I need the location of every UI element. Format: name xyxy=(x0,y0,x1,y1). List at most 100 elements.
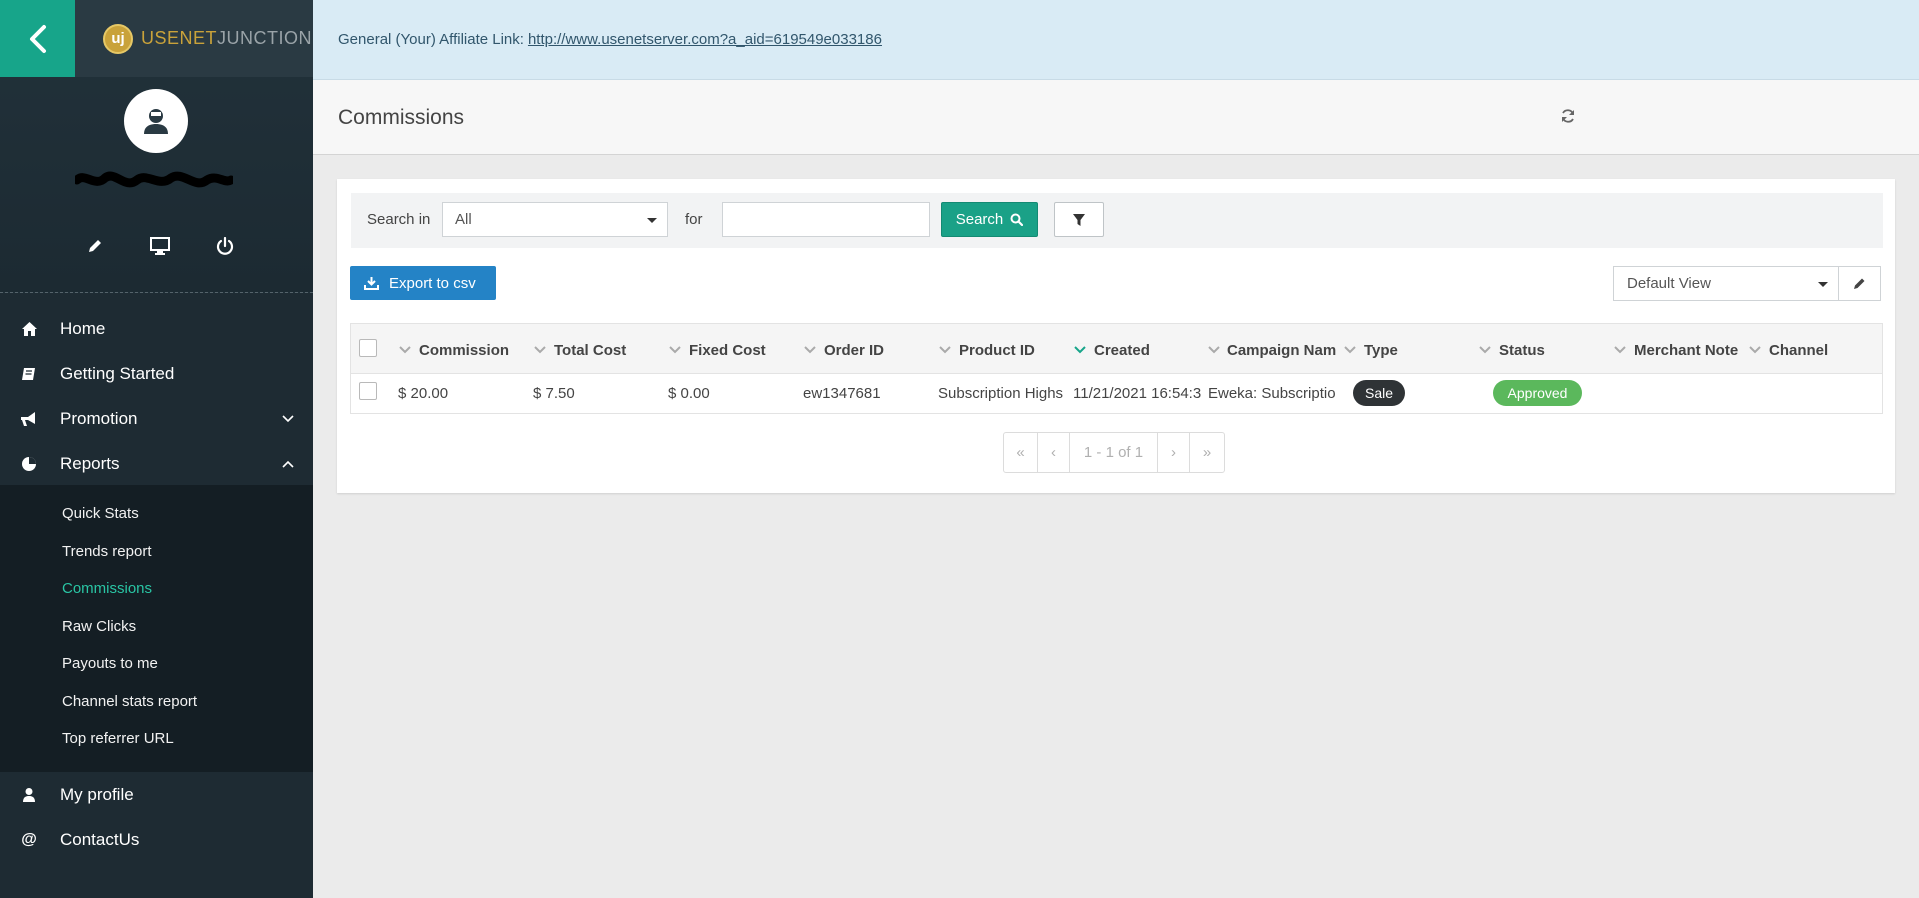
chevron-down-icon xyxy=(1478,343,1492,357)
status-badge: Approved xyxy=(1493,380,1582,406)
search-field-select[interactable]: All xyxy=(442,202,668,237)
view-selected: Default View xyxy=(1627,275,1711,292)
cell-order-id: ew1347681 xyxy=(803,385,881,402)
export-csv-label: Export to csv xyxy=(389,274,476,292)
filter-button[interactable] xyxy=(1054,202,1104,237)
first-page-button[interactable]: « xyxy=(1004,433,1038,472)
nav-contact-us[interactable]: @ ContactUs xyxy=(0,817,313,862)
column-label: Status xyxy=(1499,341,1545,359)
pie-chart-icon xyxy=(20,455,38,473)
sidebar-header: uj USENETJUNCTION xyxy=(0,0,313,293)
nav-label: ContactUs xyxy=(60,829,140,849)
select-all-checkbox[interactable] xyxy=(359,339,377,357)
brand-logo[interactable]: uj USENETJUNCTION xyxy=(75,0,313,77)
download-icon xyxy=(364,277,379,290)
next-page-button[interactable]: › xyxy=(1158,433,1190,472)
back-button[interactable] xyxy=(0,0,75,77)
pencil-icon xyxy=(89,240,101,252)
refresh-button[interactable] xyxy=(1557,105,1579,127)
column-label: Product ID xyxy=(959,341,1035,359)
column-total-cost[interactable]: Total Cost xyxy=(533,340,663,360)
at-icon: @ xyxy=(21,830,37,848)
column-merchant-note[interactable]: Merchant Note xyxy=(1613,340,1747,360)
column-label: Type xyxy=(1364,341,1398,359)
type-badge: Sale xyxy=(1353,380,1405,406)
home-icon xyxy=(20,320,38,338)
cell-created: 11/21/2021 16:54:3 xyxy=(1073,385,1202,402)
chevron-down-icon xyxy=(1748,343,1762,357)
column-type[interactable]: Type xyxy=(1343,340,1473,360)
column-label: Channel xyxy=(1769,341,1829,359)
chevron-down-icon xyxy=(1073,343,1087,357)
column-status[interactable]: Status xyxy=(1478,340,1608,360)
avatar[interactable] xyxy=(124,89,188,153)
column-order-id[interactable]: Order ID xyxy=(803,340,933,360)
caret-down-icon xyxy=(647,218,657,223)
column-campaign-name[interactable]: Campaign Nam xyxy=(1208,340,1336,360)
caret-down-icon xyxy=(1818,282,1828,287)
user-icon xyxy=(20,786,38,804)
column-channel[interactable]: Channel xyxy=(1748,340,1878,360)
user-name-redacted xyxy=(75,171,233,188)
edit-view-button[interactable] xyxy=(1838,266,1881,301)
search-icon xyxy=(1010,213,1024,226)
logout-button[interactable] xyxy=(210,233,240,259)
column-product-id[interactable]: Product ID xyxy=(938,340,1068,360)
nav-promotion[interactable]: Promotion xyxy=(0,396,313,441)
nav-reports[interactable]: Reports xyxy=(0,441,313,486)
submenu-trends-report[interactable]: Trends report xyxy=(62,543,151,560)
nav-my-profile[interactable]: My profile xyxy=(0,772,313,817)
nav-label: My profile xyxy=(60,784,134,804)
logo-badge: uj xyxy=(103,23,133,54)
book-icon xyxy=(20,365,38,383)
page-header: Commissions xyxy=(313,80,1919,155)
search-bar: Search in All for Search xyxy=(351,193,1883,248)
column-label: Order ID xyxy=(824,341,885,359)
cell-commission: $ 20.00 xyxy=(398,385,449,402)
cell-fixed-cost: $ 0.00 xyxy=(668,385,710,402)
column-commission[interactable]: Commission xyxy=(398,340,528,360)
search-input[interactable] xyxy=(722,202,930,237)
filter-icon xyxy=(1073,213,1085,226)
affiliate-link[interactable]: http://www.usenetserver.com?a_aid=619549… xyxy=(528,31,882,48)
submenu-commissions[interactable]: Commissions xyxy=(62,580,152,597)
cell-campaign: Eweka: Subscriptio xyxy=(1208,385,1336,402)
submenu-payouts[interactable]: Payouts to me xyxy=(62,655,158,672)
search-field-selected: All xyxy=(455,211,472,228)
monitor-button[interactable] xyxy=(145,233,175,259)
commissions-table: Commission Total Cost Fixed Cost Order I… xyxy=(350,323,1883,414)
last-page-button[interactable]: » xyxy=(1190,433,1224,472)
search-button[interactable]: Search xyxy=(941,202,1038,237)
column-fixed-cost[interactable]: Fixed Cost xyxy=(668,340,798,360)
column-label: Total Cost xyxy=(554,341,627,359)
column-label: Fixed Cost xyxy=(689,341,766,359)
view-select[interactable]: Default View xyxy=(1613,266,1839,301)
nav-label: Promotion xyxy=(60,408,138,428)
nav-label: Reports xyxy=(60,453,120,473)
row-checkbox[interactable] xyxy=(359,382,377,400)
chevron-down-icon xyxy=(668,343,682,357)
nav-home[interactable]: Home xyxy=(0,306,313,351)
brand-name: USENETJUNCTION xyxy=(141,28,312,49)
table-header: Commission Total Cost Fixed Cost Order I… xyxy=(351,324,1882,374)
submenu-channel-stats[interactable]: Channel stats report xyxy=(62,693,197,710)
prev-page-button[interactable]: ‹ xyxy=(1038,433,1070,472)
export-csv-button[interactable]: Export to csv xyxy=(350,266,496,300)
affiliate-link-label: General (Your) Affiliate Link: xyxy=(338,31,524,48)
edit-profile-button[interactable] xyxy=(80,233,110,259)
submenu-raw-clicks[interactable]: Raw Clicks xyxy=(62,618,136,635)
reports-submenu: Quick Stats Trends report Commissions Ra… xyxy=(0,485,313,772)
chevron-down-icon xyxy=(938,343,952,357)
bullhorn-icon xyxy=(20,410,38,428)
brand-name-bold: USENET xyxy=(141,28,218,48)
column-label: Merchant Note xyxy=(1634,341,1739,359)
chevron-down-icon xyxy=(533,343,547,357)
chevron-down-icon xyxy=(1208,343,1220,357)
nav-getting-started[interactable]: Getting Started xyxy=(0,351,313,396)
cell-product-id: Subscription Highs xyxy=(938,385,1064,402)
submenu-top-referrer[interactable]: Top referrer URL xyxy=(62,730,174,747)
table-row[interactable]: $ 20.00 $ 7.50 $ 0.00 ew1347681 Subscrip… xyxy=(351,374,1882,413)
submenu-quick-stats[interactable]: Quick Stats xyxy=(62,505,139,522)
column-created[interactable]: Created xyxy=(1073,340,1203,360)
pagination: « ‹ 1 - 1 of 1 › » xyxy=(1003,432,1225,473)
